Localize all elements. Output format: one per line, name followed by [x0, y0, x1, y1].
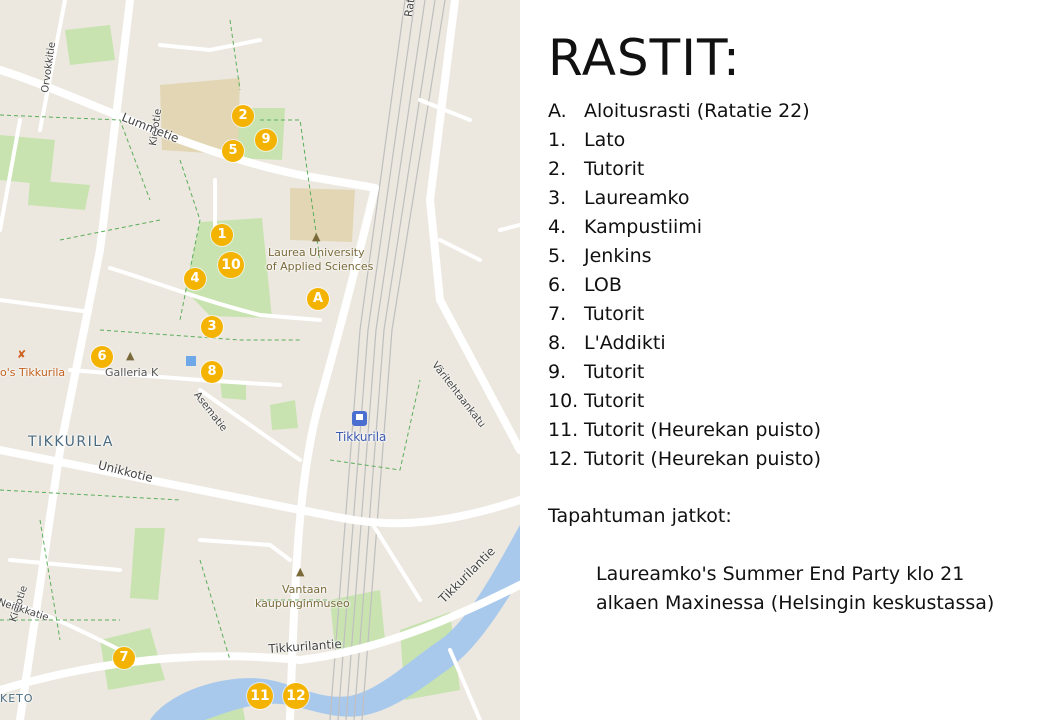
place-museum-line1: Vantaan [282, 583, 328, 596]
list-item-text: Tutorit (Heurekan puisto) [584, 419, 822, 441]
checkpoint-marker-12[interactable]: 12 [283, 683, 309, 709]
place-galleria-k: Galleria K [105, 366, 159, 379]
list-item: 7. Tutorit [548, 300, 821, 329]
list-item-text: Aloitusrasti (Ratatie 22) [584, 100, 810, 122]
list-item: A. Aloitusrasti (Ratatie 22) [548, 97, 821, 126]
museum-icon: ▲ [296, 565, 305, 578]
campus-buildings [160, 78, 355, 242]
checkpoint-marker-4[interactable]: 4 [184, 268, 206, 290]
district-label: TIKKURILA [28, 434, 114, 450]
list-item-key: 1. [548, 129, 567, 151]
checkpoint-marker-11[interactable]: 11 [247, 683, 273, 709]
checkpoint-marker-1[interactable]: 1 [211, 224, 233, 246]
list-item-key: 4. [548, 216, 567, 238]
followup-text: Laureamko's Summer End Party klo 21 alka… [596, 563, 995, 614]
list-item: 9. Tutorit [548, 358, 821, 387]
list-item-text: Tutorit [584, 158, 645, 180]
map-base [0, 0, 520, 720]
list-item-text: Lato [584, 129, 626, 151]
list-item-key: 5. [548, 245, 567, 267]
checkpoint-marker-a[interactable]: A [307, 288, 329, 310]
list-item-text: Tutorit [584, 390, 645, 412]
list-item: 3. Laureamko [548, 184, 821, 213]
checkpoint-marker-5[interactable]: 5 [222, 140, 244, 162]
gallery-icon: ▲ [126, 349, 135, 362]
place-restaurant: o's Tikkurila [0, 366, 66, 379]
page-title: RASTIT: [548, 29, 741, 87]
list-item: 8. L'Addikti [548, 329, 821, 358]
checkpoint-list: A. Aloitusrasti (Ratatie 22) 1. Lato 2. Tutor… [548, 97, 821, 474]
restaurant-icon: ✘ [17, 348, 27, 361]
checkpoint-marker-6[interactable]: 6 [91, 346, 113, 368]
checkpoint-marker-3[interactable]: 3 [201, 316, 223, 338]
list-item: 5. Jenkins [548, 242, 821, 271]
place-museum-line2: kaupunginmuseo [255, 597, 350, 610]
list-item-key: 10. [548, 390, 579, 412]
list-item: 1. Lato [548, 126, 821, 155]
list-item: 4. Kampustiimi [548, 213, 821, 242]
list-item-key: 8. [548, 332, 567, 354]
list-item-key: A. [548, 100, 567, 122]
list-item-text: L'Addikti [584, 332, 666, 354]
list-item-text: LOB [584, 274, 622, 296]
list-item: 10. Tutorit [548, 387, 821, 416]
list-item-text: Tutorit [584, 361, 645, 383]
checkpoint-panel: RASTIT: A. Aloitusrasti (Ratatie 22) 1. Lat… [520, 0, 1040, 720]
place-laurea-line2: of Applied Sciences [266, 260, 374, 273]
list-item-key: 12. [548, 448, 579, 470]
list-item-text: Laureamko [584, 187, 690, 209]
list-item: 2. Tutorit [548, 155, 821, 184]
list-item-key: 6. [548, 274, 567, 296]
place-station: Tikkurila [336, 430, 387, 444]
checkpoint-marker-2[interactable]: 2 [232, 105, 254, 127]
checkpoint-marker-7[interactable]: 7 [113, 647, 135, 669]
list-item: 6. LOB [548, 271, 821, 300]
list-item-text: Tutorit [584, 303, 645, 325]
list-item-key: 3. [548, 187, 567, 209]
checkpoint-marker-8[interactable]: 8 [201, 361, 223, 383]
followup-heading: Tapahtuman jatkot: [548, 505, 732, 527]
campus-map[interactable]: Ratatie Orvokkitie Kielotie Lummetie Ase… [0, 0, 520, 720]
list-item-text: Tutorit (Heurekan puisto) [584, 448, 822, 470]
place-laurea-line1: Laurea University [268, 246, 365, 259]
water-marker-icon [186, 356, 196, 366]
list-item-text: Kampustiimi [584, 216, 703, 238]
list-item-key: 11. [548, 419, 579, 441]
list-item-key: 2. [548, 158, 567, 180]
list-item: 12. Tutorit (Heurekan puisto) [548, 445, 821, 474]
list-item: 11. Tutorit (Heurekan puisto) [548, 416, 821, 445]
checkpoint-marker-10[interactable]: 10 [218, 252, 244, 278]
university-icon: ▲ [312, 230, 321, 243]
checkpoint-marker-9[interactable]: 9 [255, 129, 277, 151]
list-item-key: 9. [548, 361, 567, 383]
list-item-text: Jenkins [584, 245, 652, 267]
keto-label: KETO [0, 692, 34, 705]
list-item-key: 7. [548, 303, 567, 325]
